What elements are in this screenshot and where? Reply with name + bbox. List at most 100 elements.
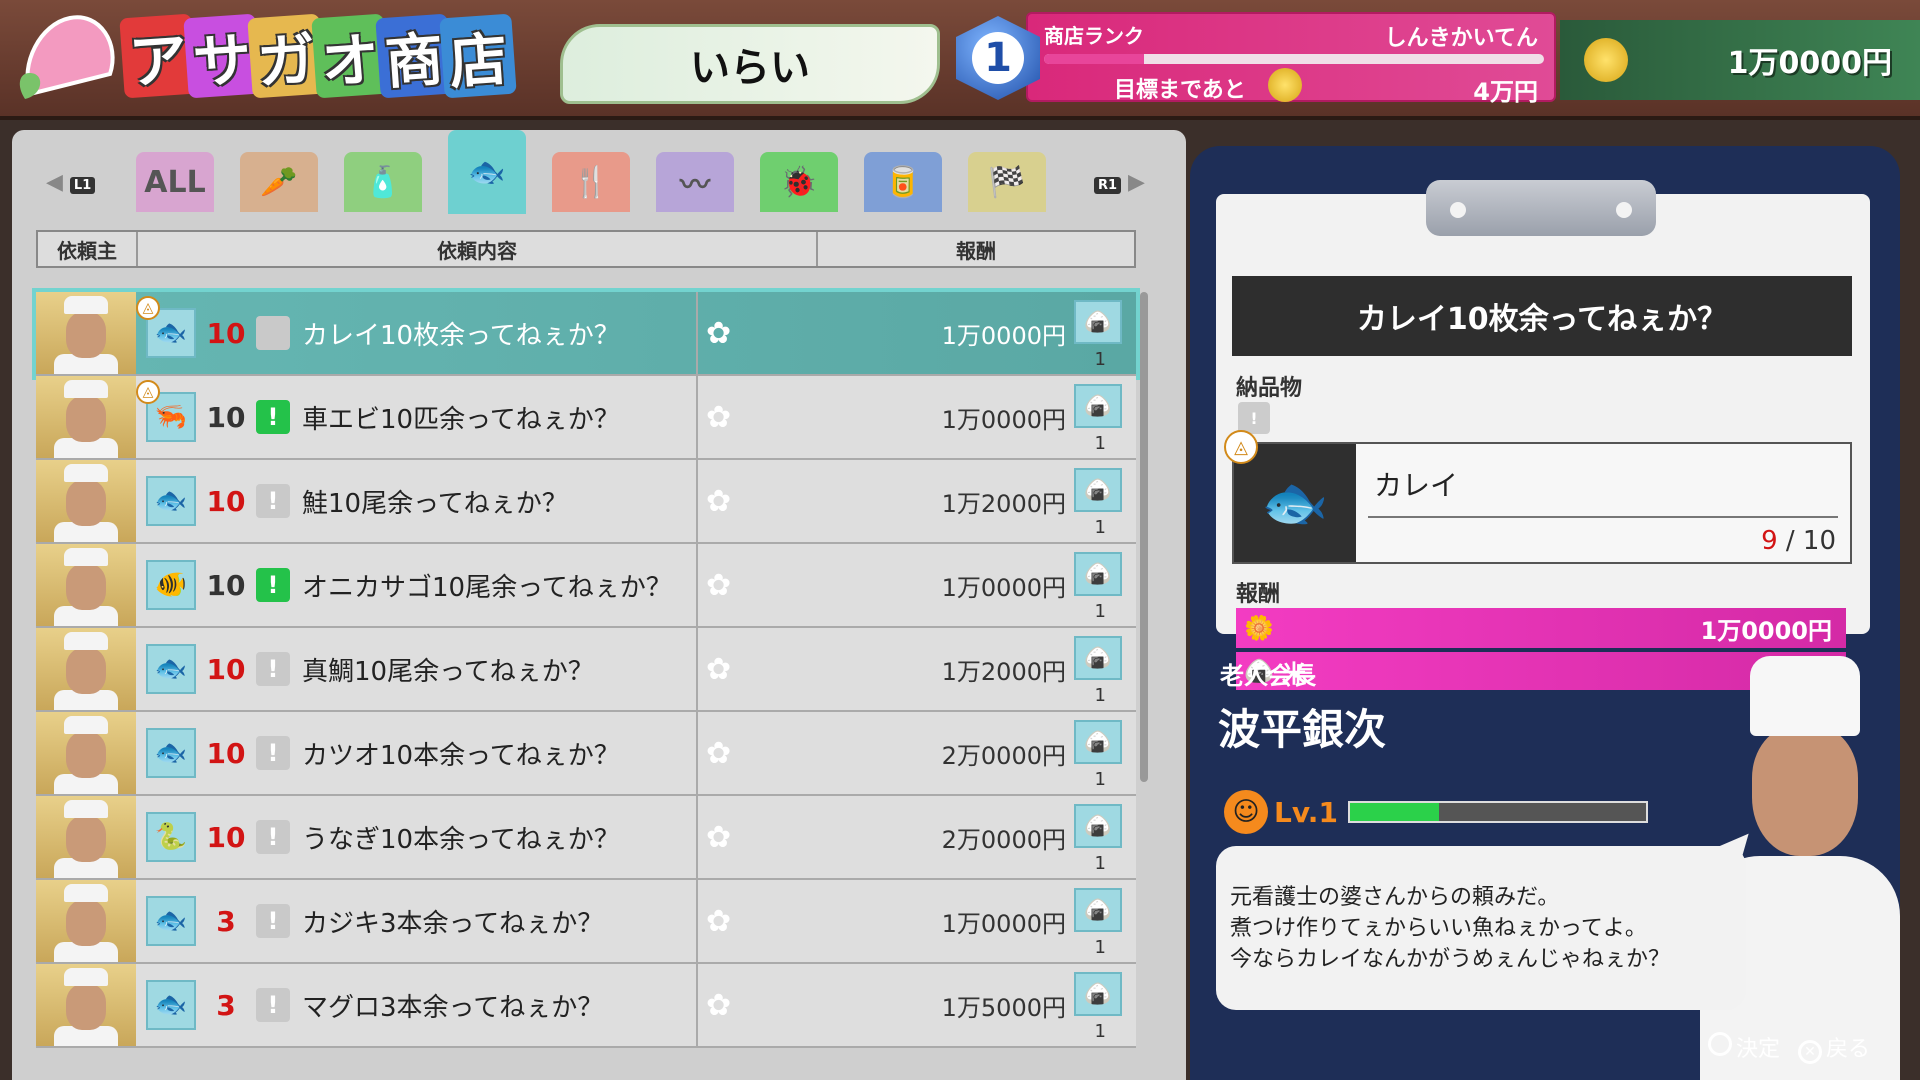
rice-count: 1 [1094, 685, 1106, 706]
tab-cooking[interactable]: 🍴 [552, 152, 630, 212]
all-icon: ALL [144, 164, 206, 200]
rice-count: 1 [1094, 1021, 1106, 1042]
request-row[interactable]: 🐟 10 ! 鮭10尾余ってねぇか？ ✿ 1万2000円 🍙 1 [36, 460, 1136, 544]
reward-amount: 1万0000円 [941, 405, 1066, 434]
button-hints: 決定 ✕ 戻る [1707, 1031, 1870, 1064]
request-reward: ✿ 1万0000円 🍙 1 [696, 376, 1136, 458]
request-reward: ✿ 2万0000円 🍙 1 [696, 796, 1136, 878]
category-tabs: ◀ L1 ALL 🥕 🧴 🐟 🍴 〰 🐞 🥫 🏁 R1 ▶ [12, 130, 1186, 214]
reward-label: 報酬 [1236, 582, 1281, 607]
client-avatar [36, 292, 136, 374]
vegetable-icon: 🥕 [260, 164, 298, 200]
fish-icon: 🐟 [468, 154, 506, 190]
screen-title: いらい [560, 24, 940, 104]
level-text: Lv.1 [1274, 795, 1338, 829]
request-item-icon: 🐠 [146, 560, 196, 610]
request-qty: 10 [206, 652, 246, 686]
speech-bubble: 元看護士の婆さんからの頼みだ。 煮つけ作りてぇからいい魚ねぇかってよ。 今ならカ… [1216, 846, 1746, 1010]
client-avatar [36, 376, 136, 458]
tab-can[interactable]: 🥫 [864, 152, 942, 212]
tab-insect[interactable]: 🐞 [760, 152, 838, 212]
request-row[interactable]: ◬ 🦐 10 ! 車エビ10匹余ってねぇか？ ✿ 1万0000円 🍙 1 [36, 376, 1136, 460]
flower-icon: ✿ [706, 651, 732, 687]
flounder-icon: 🐟 [1234, 444, 1356, 562]
back-hint[interactable]: ✕ 戻る [1797, 1031, 1870, 1064]
level-progress-fill [1349, 803, 1439, 821]
request-reward: ✿ 1万2000円 🍙 1 [696, 628, 1136, 710]
rice-count: 1 [1094, 769, 1106, 790]
request-row[interactable]: 🐟 10 ! 真鯛10尾余ってねぇか？ ✿ 1万2000円 🍙 1 [36, 628, 1136, 712]
rice-count: 1 [1094, 853, 1106, 874]
request-reward: ✿ 1万2000円 🍙 1 [696, 460, 1136, 542]
client-avatar [36, 796, 136, 878]
request-row[interactable]: 🐟 10 ! カツオ10本余ってねぇか？ ✿ 2万0000円 🍙 1 [36, 712, 1136, 796]
reward-amount: 1万5000円 [941, 993, 1066, 1022]
reward-amount: 1万0000円 [941, 573, 1066, 602]
rice-icon: 🍙 [1074, 384, 1122, 428]
can-icon: 🥫 [884, 164, 922, 200]
rank-name: しんきかいてん [1384, 26, 1538, 51]
rice-icon: 🍙 [1074, 636, 1122, 680]
tab-all[interactable]: ALL [136, 152, 214, 212]
rank-progress-bar [1044, 54, 1544, 64]
rice-icon: 🍙 [1074, 552, 1122, 596]
reward-amount: 1万0000円 [941, 909, 1066, 938]
rice-icon: 🍙 [1074, 720, 1122, 764]
delivery-count: 9 / 10 [1761, 526, 1836, 556]
client-avatar [36, 964, 136, 1046]
new-flag-icon: ! [256, 736, 290, 770]
request-reward: ✿ 1万5000円 🍙 1 [696, 964, 1136, 1046]
tab-fish[interactable]: 🐟 [448, 130, 526, 214]
tab-race-flag[interactable]: 🏁 [968, 152, 1046, 212]
speech-line: 元看護士の婆さんからの頼みだ。 [1230, 885, 1560, 910]
tab-fishing[interactable]: 〰 [656, 152, 734, 212]
flower-coin-icon: 🌼 [1244, 614, 1274, 642]
rank-label: 商店ランク [1044, 24, 1144, 48]
reward-amount: 2万0000円 [941, 825, 1066, 854]
morning-glory-icon [10, 4, 130, 108]
request-item-icon: 🐟 [146, 476, 196, 526]
new-flag-icon: ! [256, 400, 290, 434]
request-row[interactable]: ◬ 🐟 10 カレイ10枚余ってねぇか？ ✿ 1万0000円 🍙 1 [32, 288, 1140, 380]
request-row[interactable]: 🐟 3 ! カジキ3本余ってねぇか？ ✿ 1万0000円 🍙 1 [36, 880, 1136, 964]
request-reward: ✿ 1万0000円 🍙 1 [696, 544, 1136, 626]
reward-amount: 2万0000円 [941, 741, 1066, 770]
delivery-item: 🐟 カレイ 9 / 10 [1232, 442, 1852, 564]
tab-bottle[interactable]: 🧴 [344, 152, 422, 212]
request-qty: 3 [216, 988, 236, 1022]
request-reward: ✿ 1万0000円 🍙 1 [696, 880, 1136, 962]
request-row[interactable]: 🐠 10 ! オニカサゴ10尾余ってねぇか？ ✿ 1万0000円 🍙 1 [36, 544, 1136, 628]
request-row[interactable]: 🐟 3 ! マグロ3本余ってねぇか？ ✿ 1万5000円 🍙 1 [36, 964, 1136, 1048]
reward-money-value: 1万0000円 [1700, 616, 1833, 645]
detail-title: カレイ10枚余ってねぇか？ [1232, 276, 1852, 356]
request-row[interactable]: 🐍 10 ! うなぎ10本余ってねぇか？ ✿ 2万0000円 🍙 1 [36, 796, 1136, 880]
rice-count: 1 [1094, 433, 1106, 454]
new-flag-icon: ! [256, 904, 290, 938]
tab-vegetable[interactable]: 🥕 [240, 152, 318, 212]
delivery-item-name: カレイ [1374, 469, 1459, 502]
next-tab-button[interactable]: R1 ▶ [1094, 170, 1145, 195]
remaining-value: 4万円 [1473, 78, 1538, 106]
shop-rank: 商店ランク しんきかいてん 目標まであと 4万円 1 [956, 12, 1556, 106]
client-avatar [36, 460, 136, 542]
confirm-hint[interactable]: 決定 [1707, 1031, 1780, 1064]
remaining-label: 目標まであと [1114, 78, 1246, 103]
rank-progress-fill [1044, 54, 1144, 64]
flower-icon: ✿ [706, 399, 732, 435]
rice-icon: 🍙 [1074, 888, 1122, 932]
new-flag-icon: ! [256, 988, 290, 1022]
request-item-icon: 🐍 [146, 812, 196, 862]
flower-icon: ✿ [706, 483, 732, 519]
header-bar: ア サ ガ オ 商 店 いらい 商店ランク しんきかいてん 目標まであと 4万円… [0, 0, 1920, 120]
reward-money: 🌼 1万0000円 [1236, 608, 1846, 648]
circle-button-icon [1707, 1032, 1732, 1056]
level-progress-bar [1347, 801, 1648, 823]
rice-count: 1 [1094, 517, 1106, 538]
request-reward: ✿ 1万0000円 🍙 1 [696, 292, 1136, 374]
client-avatar [36, 880, 136, 962]
prev-tab-button[interactable]: ◀ L1 [46, 170, 96, 195]
rice-count: 1 [1094, 937, 1106, 958]
list-scrollbar[interactable] [1140, 292, 1148, 782]
request-item-icon: 🐟 [146, 644, 196, 694]
reward-amount: 1万2000円 [941, 657, 1066, 686]
